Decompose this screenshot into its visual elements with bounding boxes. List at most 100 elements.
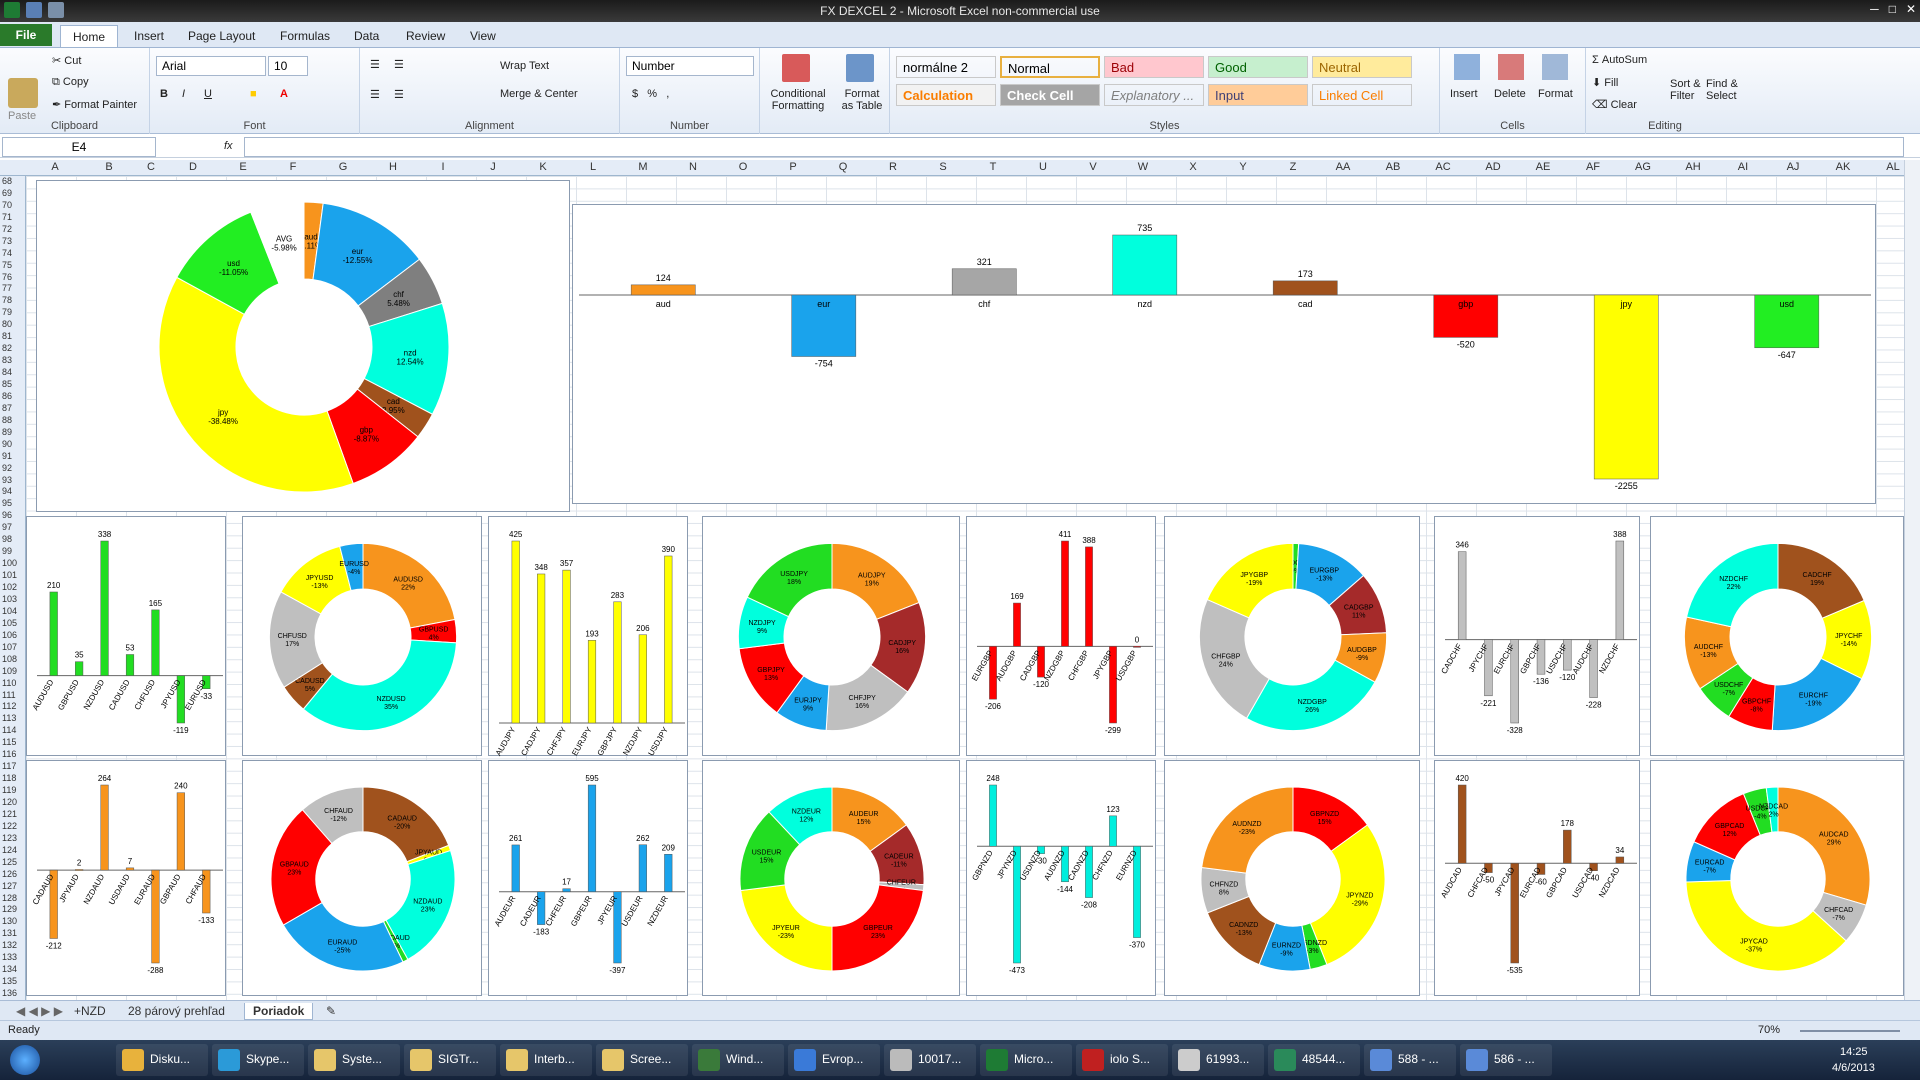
row-header[interactable]: 110	[0, 678, 25, 688]
zoom-level[interactable]: 70%	[1758, 1024, 1780, 1036]
column-header[interactable]: C	[134, 161, 168, 173]
row-header[interactable]: 71	[0, 212, 25, 222]
row-header[interactable]: 84	[0, 367, 25, 377]
column-header[interactable]: H	[368, 161, 418, 173]
column-header[interactable]: AJ	[1768, 161, 1818, 173]
conditional-formatting-icon[interactable]	[782, 54, 810, 82]
formula-input[interactable]	[244, 137, 1904, 157]
sheet-tab-nzd[interactable]: +NZD	[66, 1003, 114, 1019]
row-header[interactable]: 96	[0, 510, 25, 520]
row-header[interactable]: 133	[0, 952, 25, 962]
taskbar-item[interactable]: SIGTr...	[404, 1044, 496, 1076]
row-header[interactable]: 122	[0, 821, 25, 831]
column-header[interactable]: AF	[1568, 161, 1618, 173]
sort-filter-button[interactable]: Sort & Filter	[1670, 78, 1710, 102]
column-header[interactable]: AD	[1468, 161, 1518, 173]
cut-button[interactable]: ✂ Cut	[52, 54, 81, 67]
row-header[interactable]: 134	[0, 964, 25, 974]
pair-donut-chart[interactable]: AUDUSD 22% GBPUSD 4% NZDUSD 35% CADUSD 5% CHFUSD…	[242, 516, 482, 756]
italic-button[interactable]: I	[182, 88, 185, 100]
name-box[interactable]: E4	[2, 137, 156, 157]
style-normal[interactable]: Normal	[1000, 56, 1100, 78]
row-header[interactable]: 69	[0, 188, 25, 198]
row-header[interactable]: 68	[0, 176, 25, 186]
minimize-icon[interactable]: ─	[1870, 2, 1879, 16]
delete-cells-icon[interactable]	[1498, 54, 1524, 80]
pair-bar-chart[interactable]: -206 EURGBP 169 AUDGBP -120 CADGBP 411 NZDGBP 38…	[966, 516, 1156, 756]
pair-donut-chart[interactable]: USDGBP 0% EURGBP -13% CADGBP 11% AUDGBP -9% NZDG…	[1164, 516, 1420, 756]
tab-data[interactable]: Data	[342, 25, 391, 47]
pair-donut-chart[interactable]: AUDJPY 19% CADJPY 16% CHFJPY 16% EURJPY 9% GBPJP…	[702, 516, 960, 756]
format-cells-button[interactable]: Format	[1538, 88, 1573, 100]
row-header[interactable]: 114	[0, 725, 25, 735]
style-input[interactable]: Input	[1208, 84, 1308, 106]
style-normalne2[interactable]: normálne 2	[896, 56, 996, 78]
column-header[interactable]: O	[718, 161, 768, 173]
row-header[interactable]: 116	[0, 749, 25, 759]
row-header[interactable]: 130	[0, 916, 25, 926]
font-size-select[interactable]: 10	[268, 56, 308, 76]
format-cells-icon[interactable]	[1542, 54, 1568, 80]
copy-button[interactable]: ⧉ Copy	[52, 76, 89, 89]
taskbar-item[interactable]: 48544...	[1268, 1044, 1360, 1076]
row-header[interactable]: 102	[0, 582, 25, 592]
paste-icon[interactable]	[8, 78, 38, 108]
pair-donut-chart[interactable]: GBPNZD 15% JPYNZD -29% USDNZD -3% EURNZD -9% CAD…	[1164, 760, 1420, 996]
format-as-table-button[interactable]: Format as Table	[838, 88, 886, 112]
format-painter-button[interactable]: ✒ Format Painter	[52, 98, 137, 111]
pair-bar-chart[interactable]: 210 AUDUSD 35 GBPUSD 338 NZDUSD 53 CADUSD 165 CHF…	[26, 516, 226, 756]
fill-color-icon[interactable]: ■	[250, 88, 257, 100]
row-header[interactable]: 124	[0, 845, 25, 855]
row-header[interactable]: 127	[0, 881, 25, 891]
pair-bar-chart[interactable]: 420 AUDCAD -50 CHFCAD -535 JPYCAD -60 EURCAD 178…	[1434, 760, 1640, 996]
number-format-select[interactable]: Number	[626, 56, 754, 76]
column-header[interactable]: G	[318, 161, 368, 173]
taskbar-item[interactable]: iolo S...	[1076, 1044, 1168, 1076]
row-header[interactable]: 113	[0, 713, 25, 723]
taskbar-item[interactable]: Wind...	[692, 1044, 784, 1076]
taskbar-item[interactable]: 61993...	[1172, 1044, 1264, 1076]
pair-bar-chart[interactable]: 248 GBPNZD -473 JPYNZD -30 USDNZD -144 AUDNZD -2…	[966, 760, 1156, 996]
row-header[interactable]: 104	[0, 606, 25, 616]
function-icon[interactable]: fx	[224, 140, 233, 152]
row-header[interactable]: 80	[0, 319, 25, 329]
row-header[interactable]: 85	[0, 379, 25, 389]
vertical-scrollbar[interactable]	[1904, 160, 1920, 1000]
tab-view[interactable]: View	[458, 25, 508, 47]
row-header[interactable]: 105	[0, 618, 25, 628]
style-explanatory[interactable]: Explanatory ...	[1104, 84, 1204, 106]
close-icon[interactable]: ✕	[1906, 2, 1916, 16]
sheet-tab-28-parovy[interactable]: 28 párový prehľad	[120, 1003, 233, 1019]
tab-review[interactable]: Review	[394, 25, 457, 47]
column-header[interactable]: R	[868, 161, 918, 173]
insert-cells-button[interactable]: Insert	[1450, 88, 1478, 100]
conditional-formatting-button[interactable]: Conditional Formatting	[768, 88, 828, 112]
row-header[interactable]: 75	[0, 260, 25, 270]
style-neutral[interactable]: Neutral	[1312, 56, 1412, 78]
taskbar-item[interactable]: 588 - ...	[1364, 1044, 1456, 1076]
taskbar-item[interactable]: Evrop...	[788, 1044, 880, 1076]
column-header[interactable]: M	[618, 161, 668, 173]
column-header[interactable]: Q	[818, 161, 868, 173]
row-header[interactable]: 107	[0, 642, 25, 652]
row-header[interactable]: 74	[0, 248, 25, 258]
pair-bar-chart[interactable]: 261 AUDEUR -183 CADEUR 17 CHFEUR 595 GBPEUR -397…	[488, 760, 688, 996]
font-name-select[interactable]: Arial	[156, 56, 266, 76]
pair-donut-chart[interactable]: AUDCAD 29% CHFCAD -7% JPYCAD -37% EURCAD -7% GBP…	[1650, 760, 1904, 996]
column-header[interactable]: AG	[1618, 161, 1668, 173]
align-middle-icon[interactable]: ☰	[394, 58, 404, 71]
clear-button[interactable]: ⌫ Clear	[1592, 98, 1637, 111]
row-header[interactable]: 135	[0, 976, 25, 986]
column-header[interactable]: AB	[1368, 161, 1418, 173]
row-header[interactable]: 95	[0, 498, 25, 508]
style-bad[interactable]: Bad	[1104, 56, 1204, 78]
row-header[interactable]: 70	[0, 200, 25, 210]
row-header[interactable]: 81	[0, 331, 25, 341]
row-header[interactable]: 120	[0, 797, 25, 807]
column-header[interactable]: A	[26, 161, 84, 173]
row-header[interactable]: 88	[0, 415, 25, 425]
column-header[interactable]: AE	[1518, 161, 1568, 173]
row-header[interactable]: 136	[0, 988, 25, 998]
column-header[interactable]: J	[468, 161, 518, 173]
column-header[interactable]: AI	[1718, 161, 1768, 173]
